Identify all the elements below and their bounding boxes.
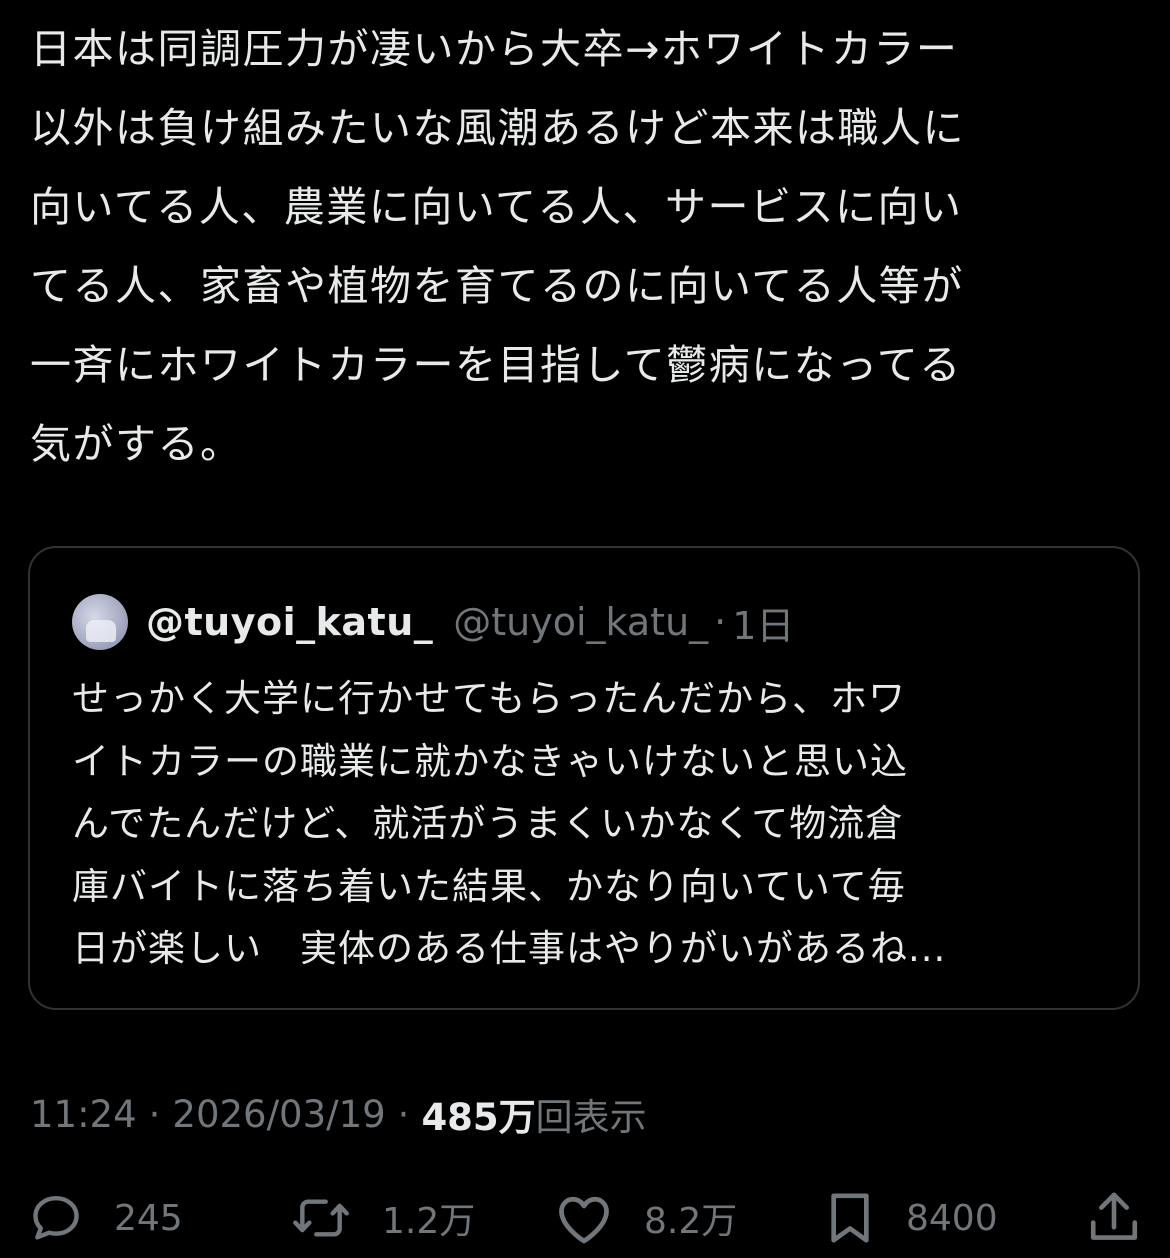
views-count[interactable]: 485万 [421, 1087, 535, 1141]
post-time[interactable]: 11:24 [30, 1093, 137, 1136]
reply-button[interactable]: 245 [28, 1186, 183, 1250]
post-date[interactable]: 2026/03/19 [172, 1093, 385, 1136]
tweet-text: 日本は同調圧力が凄いから大卒→ホワイトカラー 以外は負け組みたいな風潮あるけど本… [30, 10, 1142, 484]
action-bar: 245 1.2万 8.2万 8400 [28, 1186, 1142, 1250]
reply-icon [28, 1190, 84, 1246]
quoted-tweet-card[interactable]: @tuyoi_katu_ @tuyoi_katu_ · 1日 せっかく大学に行か… [28, 546, 1140, 1010]
tweet-meta: 11:24 · 2026/03/19 · 485万 回表示 [30, 1086, 647, 1142]
avatar[interactable] [72, 594, 128, 650]
bookmark-count: 8400 [906, 1197, 998, 1239]
retweet-button[interactable]: 1.2万 [290, 1186, 475, 1250]
like-count: 8.2万 [644, 1201, 738, 1242]
quoted-text-line: 日が楽しい 実体のある仕事はやりがいがあるね... [72, 927, 947, 970]
quoted-timestamp[interactable]: 1日 [732, 595, 794, 650]
dot-separator: · [397, 1092, 410, 1136]
retweet-icon [290, 1190, 352, 1246]
tweet-text-line: てる人、家畜や植物を育てるのに向いてる人等が [30, 262, 964, 310]
quoted-tweet-header: @tuyoi_katu_ @tuyoi_katu_ · 1日 [72, 594, 794, 650]
like-button[interactable]: 8.2万 [554, 1186, 737, 1250]
retweet-count: 1.2万 [382, 1201, 476, 1242]
tweet-text-line: 日本は同調圧力が凄いから大卒→ホワイトカラー [30, 25, 959, 73]
views-label: 回表示 [535, 1096, 647, 1139]
tweet-text-line: 気がする。 [30, 420, 243, 468]
dot-separator: · [714, 600, 727, 644]
tweet-text-line: 向いてる人、農業に向いてる人、サービスに向い [30, 183, 963, 231]
quoted-handle[interactable]: @tuyoi_katu_ [453, 600, 708, 644]
quoted-text-line: せっかく大学に行かせてもらったんだから、ホワ [72, 677, 907, 720]
quoted-display-name[interactable]: @tuyoi_katu_ [146, 600, 433, 644]
share-button[interactable] [1086, 1186, 1142, 1250]
share-icon [1086, 1188, 1142, 1248]
heart-icon [554, 1190, 614, 1246]
bookmark-icon [824, 1190, 876, 1246]
bookmark-button[interactable]: 8400 [824, 1186, 998, 1250]
quoted-tweet-text: せっかく大学に行かせてもらったんだから、ホワ イトカラーの職業に就かなきゃいけな… [72, 668, 1112, 981]
dot-separator: · [148, 1092, 161, 1136]
quoted-text-line: イトカラーの職業に就かなきゃいけないと思い込 [72, 739, 908, 783]
tweet-text-line: 一斉にホワイトカラーを目指して鬱病になってる [30, 341, 962, 389]
quoted-text-line: んでたんだけど、就活がうまくいかなくて物流倉 [72, 802, 904, 845]
reply-count: 245 [114, 1197, 183, 1239]
tweet-text-line: 以外は負け組みたいな風潮あるけど本来は職人に [30, 104, 965, 152]
quoted-text-line: 庫バイトに落ち着いた結果、かなり向いていて毎 [72, 864, 906, 908]
